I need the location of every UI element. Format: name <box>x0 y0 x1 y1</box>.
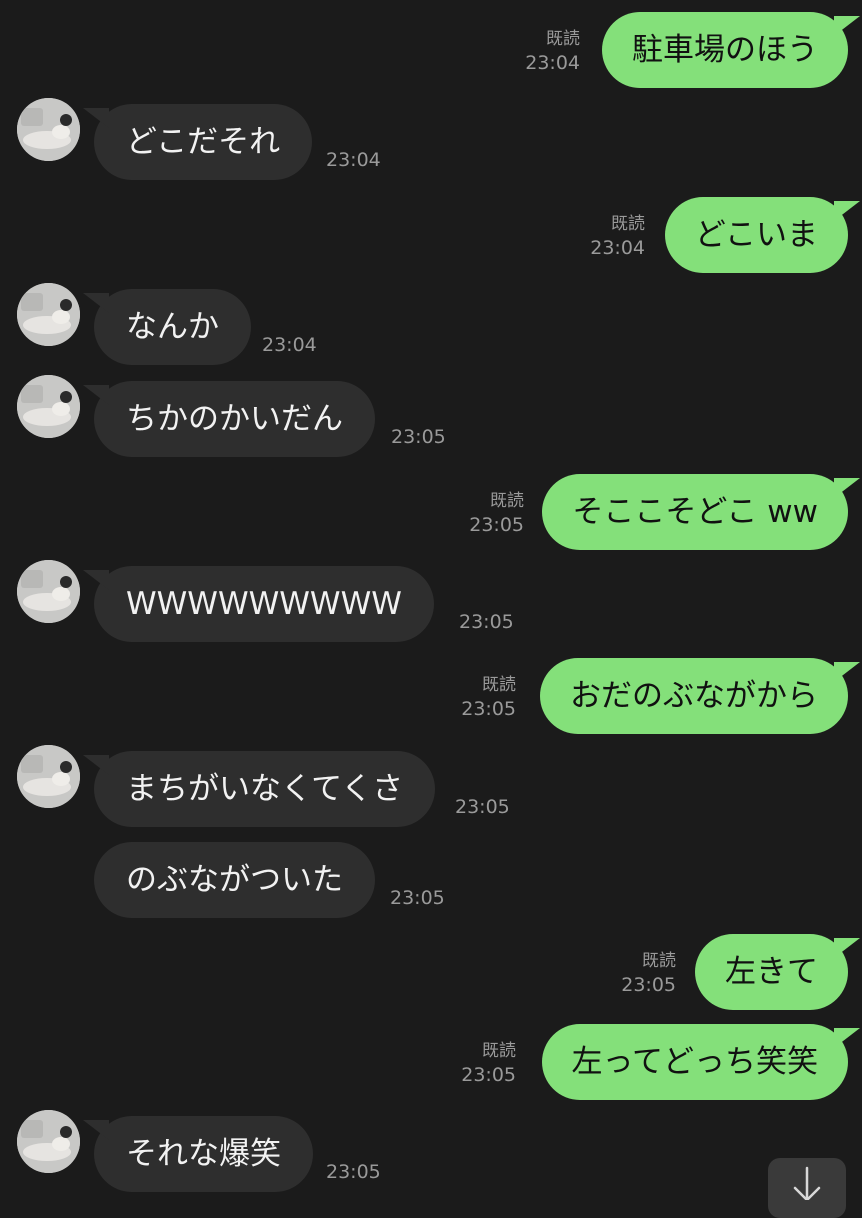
message-time: 23:05 <box>461 1064 516 1086</box>
outgoing-message-bubble[interactable]: そここそどこ ww <box>542 474 848 550</box>
message-row: ちかのかいだん 23:05 <box>0 375 862 459</box>
read-receipt: 既読 <box>546 29 580 49</box>
incoming-message-bubble[interactable]: それな爆笑 <box>94 1116 313 1192</box>
message-meta: 既読 23:04 <box>525 28 580 76</box>
message-time: 23:05 <box>455 796 510 818</box>
message-row: なんか 23:04 <box>0 283 862 367</box>
message-row: 既読 23:05 左きて <box>0 934 862 1012</box>
incoming-message-bubble[interactable]: WWWWWWWWW <box>94 566 434 642</box>
incoming-message-bubble[interactable]: どこだそれ <box>94 104 313 180</box>
avatar[interactable] <box>17 98 80 161</box>
incoming-message-bubble[interactable]: まちがいなくてくさ <box>94 751 436 827</box>
chat-area: 既読 23:04 駐車場のほう どこだそれ 23:04 既読 23:04 どこい… <box>0 0 862 1218</box>
outgoing-message-bubble[interactable]: 左きて <box>695 934 848 1010</box>
avatar-image <box>17 98 80 161</box>
message-meta: 既読 23:05 <box>461 674 516 722</box>
read-receipt: 既読 <box>642 951 676 971</box>
message-row: 既読 23:05 左ってどっち笑笑 <box>0 1024 862 1102</box>
message-time: 23:05 <box>621 974 676 996</box>
arrow-down-icon <box>793 1166 821 1200</box>
read-receipt: 既読 <box>490 491 524 511</box>
avatar-image <box>17 375 80 438</box>
message-row: WWWWWWWWW 23:05 <box>0 560 862 644</box>
message-row: どこだそれ 23:04 <box>0 98 862 182</box>
avatar[interactable] <box>17 1110 80 1173</box>
outgoing-message-bubble[interactable]: 駐車場のほう <box>602 12 848 88</box>
message-row: 既読 23:05 そここそどこ ww <box>0 474 862 552</box>
message-meta: 既読 23:04 <box>590 213 645 261</box>
message-row: それな爆笑 23:05 <box>0 1110 862 1194</box>
outgoing-message-bubble[interactable]: 左ってどっち笑笑 <box>541 1024 848 1100</box>
avatar-image <box>17 560 80 623</box>
message-meta: 既読 23:05 <box>621 950 676 998</box>
message-time: 23:05 <box>391 426 446 448</box>
message-row: 既読 23:05 おだのぶながから <box>0 658 862 736</box>
message-time: 23:04 <box>326 149 381 171</box>
avatar-image <box>17 745 80 808</box>
message-row: まちがいなくてくさ 23:05 <box>0 745 862 829</box>
message-meta: 既読 23:05 <box>461 1040 516 1088</box>
read-receipt: 既読 <box>611 214 645 234</box>
read-receipt: 既読 <box>482 675 516 695</box>
message-time: 23:04 <box>590 237 645 259</box>
message-row: 既読 23:04 駐車場のほう <box>0 12 862 90</box>
message-time: 23:05 <box>326 1161 381 1183</box>
message-time: 23:05 <box>461 698 516 720</box>
message-time: 23:05 <box>469 514 524 536</box>
message-time: 23:05 <box>390 887 445 909</box>
read-receipt: 既読 <box>482 1041 516 1061</box>
avatar-image <box>17 1110 80 1173</box>
incoming-message-bubble[interactable]: ちかのかいだん <box>94 381 375 457</box>
avatar[interactable] <box>17 745 80 808</box>
incoming-message-bubble[interactable]: なんか <box>94 289 251 365</box>
message-time: 23:04 <box>525 52 580 74</box>
message-meta: 既読 23:05 <box>469 490 524 538</box>
scroll-to-bottom-button[interactable] <box>768 1158 846 1218</box>
outgoing-message-bubble[interactable]: おだのぶながから <box>540 658 848 734</box>
incoming-message-bubble[interactable]: のぶながついた <box>94 842 375 918</box>
avatar-image <box>17 283 80 346</box>
message-row: のぶながついた 23:05 <box>0 842 862 920</box>
outgoing-message-bubble[interactable]: どこいま <box>664 197 848 273</box>
avatar[interactable] <box>17 283 80 346</box>
avatar[interactable] <box>17 375 80 438</box>
avatar[interactable] <box>17 560 80 623</box>
message-time: 23:05 <box>459 611 514 633</box>
message-time: 23:04 <box>262 334 317 356</box>
message-row: 既読 23:04 どこいま <box>0 197 862 275</box>
